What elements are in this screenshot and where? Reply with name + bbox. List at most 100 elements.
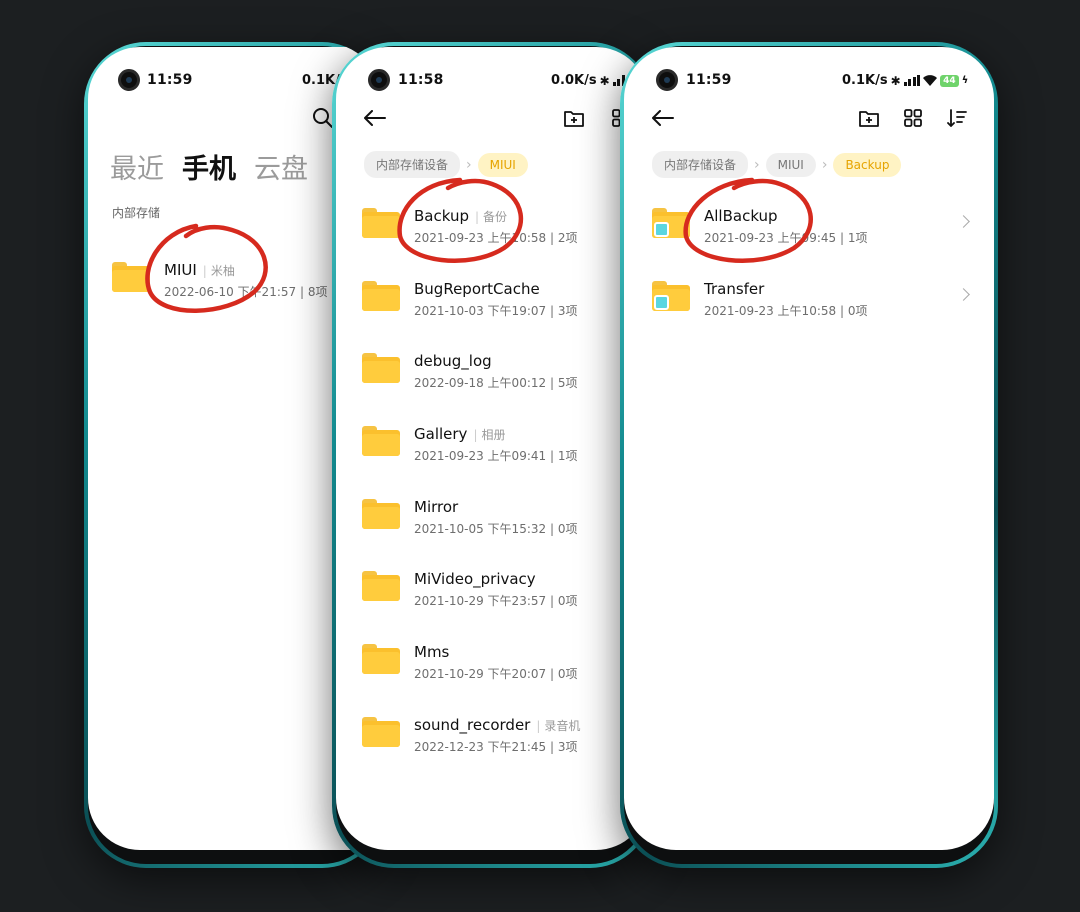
app-badge-icon: [654, 222, 669, 237]
tab-phone[interactable]: 手机: [182, 147, 236, 186]
folder-icon: [652, 280, 690, 311]
status-bar-right: 0.0K/s ✱: [551, 73, 625, 88]
list-item[interactable]: BugReportCache 2021-10-03 下午19:07 | 3项: [336, 260, 648, 333]
item-alias: 录音机: [544, 718, 581, 733]
source-tabs: 最近 手机 云盘: [110, 147, 308, 186]
tab-recent[interactable]: 最近: [110, 147, 164, 186]
item-name: Mms: [414, 643, 450, 662]
chevron-right-icon: ›: [466, 156, 472, 173]
item-name: Gallery: [414, 425, 468, 444]
item-date: 2022-12-23 下午21:45: [414, 739, 547, 754]
folder-icon: [362, 571, 400, 602]
item-count: 0项: [557, 594, 578, 609]
folder-icon: [362, 644, 400, 675]
item-date: 2021-09-23 上午09:45: [704, 231, 837, 245]
front-camera: [656, 69, 678, 91]
charging-icon: ϟ: [961, 75, 969, 86]
chevron-right-icon: ›: [754, 156, 760, 173]
breadcrumb: 内部存储设备 › MIUI: [364, 151, 528, 178]
app-badge-icon: [654, 294, 669, 310]
item-count: 3项: [557, 739, 578, 754]
item-count: 5项: [557, 376, 578, 391]
item-name: Transfer: [704, 279, 765, 298]
item-name: MIUI: [164, 261, 197, 279]
folder-icon: [112, 262, 150, 292]
tab-cloud[interactable]: 云盘: [254, 147, 308, 186]
chevron-right-icon: ›: [821, 156, 828, 173]
item-count: 0项: [847, 303, 868, 318]
item-alias: 相册: [481, 428, 506, 443]
chevron-right-icon: [957, 287, 970, 301]
list-item[interactable]: Mirror 2021-10-05 下午15:32 | 0项: [336, 478, 648, 551]
item-name: Mirror: [414, 497, 459, 516]
item-date: 2022-09-18 上午00:12: [414, 376, 547, 391]
item-date: 2021-09-23 上午10:58: [414, 231, 547, 245]
item-date: 2021-10-29 下午20:07: [414, 667, 547, 682]
status-bar-right: 0.1K/s ✱ 44 ϟ: [842, 73, 968, 88]
item-count: 1项: [557, 449, 578, 464]
item-name: BugReportCache: [414, 279, 540, 298]
item-count: 8项: [307, 285, 328, 299]
breadcrumb-miui[interactable]: MIUI: [765, 152, 816, 177]
phone-frame-3: 11:59 0.1K/s ✱ 44 ϟ 内部存储设备 › MIUI › Back…: [620, 42, 998, 868]
item-count: 1项: [847, 231, 868, 245]
breadcrumb-internal-storage[interactable]: 内部存储设备: [652, 151, 749, 178]
new-folder-icon[interactable]: [561, 105, 587, 131]
breadcrumb: 内部存储设备 › MIUI › Backup: [652, 151, 902, 178]
item-name: Backup: [414, 207, 469, 225]
folder-icon: [362, 426, 400, 457]
folder-icon: [362, 280, 400, 311]
item-date: 2021-10-03 下午19:07: [414, 303, 547, 318]
item-count: 3项: [557, 303, 578, 318]
status-time: 11:58: [398, 72, 444, 88]
list-item[interactable]: Gallery | 相册 2021-09-23 上午09:41 | 1项: [336, 405, 648, 478]
item-date: 2021-10-29 下午23:57: [414, 594, 547, 609]
list-item[interactable]: Backup | 备份 2021-09-23 上午10:58 | 2项: [336, 187, 648, 260]
status-net-speed: 0.0K/s: [551, 73, 597, 88]
battery-icon: 44: [940, 74, 959, 87]
item-date: 2021-10-05 下午15:32: [414, 521, 547, 536]
phone2-screen: 11:58 0.0K/s ✱ 内部存储设备 › MIUI Backup | 备份 20…: [336, 47, 648, 850]
folder-icon: [362, 208, 400, 238]
item-name: MiVideo_privacy: [414, 570, 536, 589]
item-count: 0项: [557, 521, 578, 536]
list-item[interactable]: MiVideo_privacy 2021-10-29 下午23:57 | 0项: [336, 550, 648, 623]
breadcrumb-backup[interactable]: Backup: [833, 152, 902, 177]
item-name: sound_recorder: [414, 715, 531, 734]
list-item[interactable]: sound_recorder | 录音机 2022-12-23 下午21:45 | 3…: [336, 696, 648, 769]
item-name: AllBackup: [704, 207, 778, 225]
file-list: AllBackup 2021-09-23 上午09:45 | 1项 Transfer…: [624, 187, 994, 332]
list-item[interactable]: debug_log 2022-09-18 上午00:12 | 5项: [336, 332, 648, 405]
list-item[interactable]: AllBackup 2021-09-23 上午09:45 | 1项: [624, 187, 994, 260]
new-folder-icon[interactable]: [856, 105, 882, 131]
item-alias: 米柚: [210, 264, 235, 278]
sort-icon[interactable]: [944, 105, 970, 131]
folder-icon: [362, 498, 400, 529]
folder-icon: [362, 716, 400, 747]
folder-icon: [362, 353, 400, 384]
phone3-screen: 11:59 0.1K/s ✱ 44 ϟ 内部存储设备 › MIUI › Back…: [624, 47, 994, 850]
front-camera: [118, 69, 140, 91]
grid-view-icon[interactable]: [900, 105, 926, 131]
section-label-internal-storage: 内部存储: [112, 206, 161, 220]
back-arrow-icon[interactable]: [362, 105, 388, 131]
item-date: 2021-09-23 上午09:41: [414, 449, 547, 464]
item-date: 2021-09-23 上午10:58: [704, 303, 837, 318]
breadcrumb-miui[interactable]: MIUI: [477, 152, 528, 177]
front-camera: [368, 69, 390, 91]
breadcrumb-internal-storage[interactable]: 内部存储设备: [364, 151, 461, 178]
list-item[interactable]: Mms 2021-10-29 下午20:07 | 0项: [336, 623, 648, 696]
status-time: 11:59: [686, 72, 732, 88]
status-time: 11:59: [147, 72, 193, 88]
item-date: 2022-06-10 下午21:57: [164, 285, 297, 299]
bluetooth-icon: ✱: [890, 73, 901, 88]
back-arrow-icon[interactable]: [650, 105, 676, 131]
item-alias: 备份: [483, 210, 508, 224]
signal-icon: [903, 75, 921, 86]
file-list: Backup | 备份 2021-09-23 上午10:58 | 2项 BugRepor…: [336, 187, 648, 769]
bluetooth-icon: ✱: [599, 73, 610, 88]
folder-icon: [652, 208, 690, 238]
list-item[interactable]: Transfer 2021-09-23 上午10:58 | 0项: [624, 260, 994, 333]
chevron-right-icon: [957, 215, 970, 228]
status-net-speed: 0.1K/s: [842, 73, 888, 88]
